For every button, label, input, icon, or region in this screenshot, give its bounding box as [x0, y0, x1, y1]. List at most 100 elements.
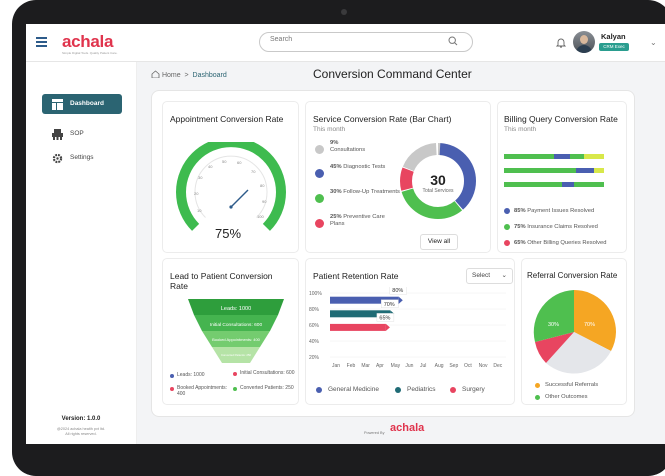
sidebar-item-dashboard[interactable]: Dashboard [42, 94, 122, 114]
legend-dot [450, 387, 456, 393]
dashboard-panel: Appointment Conversion Rate 10 20 30 40 … [151, 90, 635, 417]
page-title: Conversion Command Center [313, 67, 472, 81]
bell-icon[interactable] [556, 37, 566, 48]
service-card: Service Conversion Rate (Bar Chart) This… [305, 101, 491, 253]
gear-icon [52, 153, 63, 164]
lead-legend-item: Booked Appointments: 400 [177, 385, 228, 397]
home-icon[interactable] [151, 70, 160, 79]
copyright-line: @2024 achala health pvt ltd. [56, 427, 106, 431]
lead-card: Lead to Patient Conversion Rate Leads: 10… [162, 258, 299, 405]
appointment-value: 75% [215, 226, 242, 241]
retention-title: Patient Retention Rate [313, 271, 399, 281]
x-tick-label: Aug [435, 363, 444, 369]
y-tick-label: 20% [309, 355, 320, 361]
billing-subtitle: This month [504, 126, 537, 133]
y-tick-label: 60% [309, 323, 320, 329]
gauge-tick-label: 60 [237, 160, 242, 165]
x-tick-label: Apr [376, 363, 384, 369]
billing-bars [504, 154, 604, 187]
billing-legend-item: 75% Insurance Claims Resolved [514, 224, 598, 230]
retention-legend-item: Surgery [462, 386, 485, 393]
referral-pie: 30% 70% [533, 290, 616, 374]
x-tick-label: May [391, 363, 401, 369]
user-name: Kalyan [601, 32, 626, 41]
service-total: 30 [430, 172, 446, 188]
referral-legend-item: Successful Referrals [545, 382, 599, 388]
appointment-gauge: 10 20 30 40 50 60 70 80 90 100 [176, 142, 286, 231]
legend-dot [504, 208, 510, 214]
hamburger-menu-icon[interactable] [36, 37, 47, 47]
breadcrumb: Home > Dashboard [151, 70, 227, 79]
gauge-tick-label: 100 [257, 214, 264, 219]
billing-legend-item: 85% Payment Issues Resolved [514, 208, 595, 214]
retention-legend-item: General Medicine [328, 386, 379, 393]
service-title: Service Conversion Rate (Bar Chart) [313, 114, 452, 124]
billing-title: Billing Query Conversion Rate [504, 114, 618, 124]
lead-legend-item: Initial Consultations: 600 [240, 370, 295, 376]
user-role-badge: CRM Exec [599, 43, 629, 51]
lead-title: Lead to Patient Conversion Rate [170, 271, 273, 291]
legend-dot [170, 374, 174, 378]
gauge-needle [230, 189, 249, 208]
funnel-label: Booked Appointments: 400 [212, 337, 261, 342]
retention-bar [330, 323, 386, 331]
retention-legend-item: Pediatrics [407, 386, 436, 393]
top-bar: achala Simple Digital Tools. Quality Pat… [26, 24, 665, 62]
billing-card: Billing Query Conversion Rate This month… [497, 101, 627, 253]
x-tick-label: Nov [479, 363, 488, 369]
app-screen: achala Simple Digital Tools. Quality Pat… [26, 24, 665, 444]
service-subtitle: This month [313, 126, 346, 133]
achala-logo[interactable]: achala [62, 32, 113, 52]
legend-dot [316, 387, 322, 393]
search-input[interactable]: Search [259, 32, 473, 52]
chevron-down-icon[interactable]: ⌄ [650, 38, 657, 47]
retention-card: Patient Retention Rate Select ⌄ 100% 80% 60… [305, 258, 515, 405]
billing-bar [504, 182, 562, 187]
service-legend-item: 9% Consultations [330, 140, 366, 153]
funnel-label: Initial Consultations: 600 [210, 322, 263, 328]
legend-dot [504, 224, 510, 230]
sop-icon [52, 129, 63, 140]
x-tick-label: Dec [493, 363, 502, 369]
copyright-line: All rights reserved. [65, 432, 97, 436]
y-tick-label: 100% [309, 291, 322, 297]
sidebar-item-label: Dashboard [70, 100, 104, 107]
retention-bar-label: 80% [392, 288, 403, 294]
pie-label: 70% [584, 322, 595, 328]
gauge-tick-label: 90 [262, 199, 267, 204]
billing-bar [570, 154, 584, 159]
breadcrumb-separator: > [182, 72, 191, 79]
billing-bar [576, 168, 594, 173]
x-tick-label: Jul [420, 363, 426, 369]
sidebar-item-sop[interactable]: SOP [42, 124, 122, 144]
x-tick-label: Oct [464, 363, 472, 369]
sidebar: Dashboard SOP Settings Version: 1.0.0 @2… [26, 62, 137, 444]
sidebar-item-label: SOP [70, 130, 84, 137]
chevron-down-icon: ⌄ [501, 272, 507, 279]
billing-bar [554, 154, 570, 159]
view-all-button[interactable]: View all [420, 234, 458, 250]
retention-select[interactable]: Select ⌄ [466, 268, 513, 284]
lead-legend-item: Leads: 1000 [177, 372, 205, 378]
powered-by-label: Powered By [364, 431, 385, 435]
referral-card: Referral Conversion Rate 30% 70% Success… [521, 258, 627, 405]
search-icon[interactable] [448, 36, 458, 46]
x-tick-label: Jun [405, 363, 413, 369]
gauge-tick-label: 30 [198, 175, 203, 180]
sidebar-item-settings[interactable]: Settings [42, 148, 122, 168]
legend-dot [535, 395, 540, 400]
retention-bar-tip [398, 296, 403, 304]
funnel-label: Converted Patients: 250 [221, 353, 251, 357]
x-tick-label: Jan [332, 363, 340, 369]
billing-bar [504, 154, 554, 159]
legend-dot [315, 194, 324, 203]
billing-bar [504, 168, 576, 173]
avatar[interactable] [573, 31, 595, 53]
appointment-card: Appointment Conversion Rate 10 20 30 40 … [162, 101, 299, 253]
logo-tagline: Simple Digital Tools. Quality Patient Ca… [62, 51, 118, 55]
breadcrumb-home[interactable]: Home [162, 72, 181, 79]
legend-dot [315, 145, 324, 154]
version-label: Version: 1.0.0 [61, 416, 101, 422]
gauge-tick-label: 10 [197, 208, 202, 213]
footer-logo: achala [390, 422, 425, 434]
